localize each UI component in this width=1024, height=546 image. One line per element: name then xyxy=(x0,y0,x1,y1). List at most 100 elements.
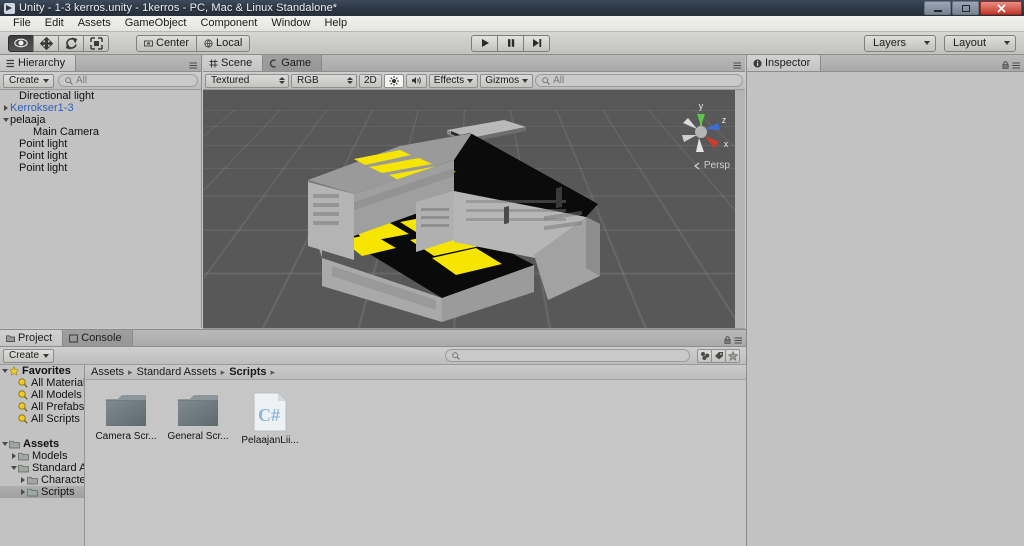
search-icon xyxy=(18,378,28,388)
expand-arrow[interactable] xyxy=(0,369,9,373)
hierarchy-item-pelaaja[interactable]: pelaaja xyxy=(0,114,201,126)
color-mode-dropdown[interactable]: RGB xyxy=(291,73,357,88)
tab-scene[interactable]: Scene xyxy=(203,55,264,71)
asset-item-camera-scripts[interactable]: Camera Scr... xyxy=(95,392,157,446)
folder-icon xyxy=(27,476,38,484)
layout-dropdown[interactable]: Layout xyxy=(944,34,1016,52)
project-tree-item-all-scripts[interactable]: All Scripts xyxy=(0,413,84,425)
breadcrumb-item-scripts[interactable]: Scripts xyxy=(229,366,266,378)
inspector-panel-menu[interactable] xyxy=(1002,61,1021,69)
project-tree-item-models[interactable]: Models xyxy=(0,450,84,462)
project-create-button[interactable]: Create xyxy=(3,348,55,363)
rotate-tool-button[interactable] xyxy=(58,34,84,52)
breadcrumb-item-assets[interactable]: Assets xyxy=(91,366,124,378)
step-button[interactable] xyxy=(523,34,550,52)
expand-arrow[interactable] xyxy=(1,118,10,122)
effects-dropdown[interactable]: Effects xyxy=(428,73,479,88)
effects-label: Effects xyxy=(433,75,465,86)
project-tree-item-all-prefabs[interactable]: All Prefabs xyxy=(0,401,84,413)
hierarchy-create-button[interactable]: Create xyxy=(3,73,55,88)
project-content[interactable]: Assets ▸ Standard Assets ▸ Scripts ▸ Cam… xyxy=(85,365,746,546)
project-tree-item-characters[interactable]: Character xyxy=(0,474,84,486)
pause-button[interactable] xyxy=(497,34,524,52)
tab-console-label: Console xyxy=(81,332,122,344)
folder-icon xyxy=(178,395,218,426)
chevron-down-icon xyxy=(924,41,930,45)
breadcrumb-item-standard-assets[interactable]: Standard Assets xyxy=(137,366,217,378)
expand-arrow[interactable] xyxy=(18,489,27,495)
project-tree-item-all-models[interactable]: All Models xyxy=(0,389,84,401)
play-button[interactable] xyxy=(471,34,498,52)
hierarchy-list[interactable]: Directional light Kerrokser1-3 pelaaja M… xyxy=(0,90,201,328)
sun-icon xyxy=(388,75,399,86)
maximize-button[interactable] xyxy=(952,1,979,15)
project-panel-menu[interactable] xyxy=(724,336,743,344)
minimize-button[interactable] xyxy=(924,1,951,15)
hierarchy-search-input[interactable]: All xyxy=(58,74,198,87)
hierarchy-panel-menu[interactable] xyxy=(189,62,198,69)
hierarchy-item-point-light-3[interactable]: Point light xyxy=(0,162,201,174)
layers-dropdown[interactable]: Layers xyxy=(864,34,936,52)
draw-mode-dropdown[interactable]: Textured xyxy=(205,73,289,88)
menu-item-edit[interactable]: Edit xyxy=(38,16,71,31)
close-button[interactable] xyxy=(980,1,1022,15)
project-search-input[interactable] xyxy=(445,349,690,362)
scene-orientation-gizmo[interactable]: y z x xyxy=(668,96,734,166)
asset-label: PelaajanLii... xyxy=(241,435,299,446)
lock-icon[interactable] xyxy=(724,336,731,344)
tab-hierarchy[interactable]: Hierarchy xyxy=(0,55,77,71)
asset-item-general-scripts[interactable]: General Scr... xyxy=(167,392,229,446)
scene-projection-indicator[interactable]: Persp xyxy=(693,160,730,171)
project-tree-item-favorites[interactable]: Favorites xyxy=(0,365,84,377)
toggle-lighting-button[interactable] xyxy=(383,73,404,88)
menu-item-file[interactable]: File xyxy=(6,16,38,31)
pivot-mode-button[interactable]: Center xyxy=(136,34,198,52)
hierarchy-item-directional-light[interactable]: Directional light xyxy=(0,90,201,102)
building-model[interactable] xyxy=(204,90,744,328)
menu-item-component[interactable]: Component xyxy=(193,16,264,31)
expand-arrow[interactable] xyxy=(18,477,27,483)
gizmos-dropdown[interactable]: Gizmos xyxy=(480,73,534,88)
tab-inspector[interactable]: Inspector xyxy=(747,55,822,71)
pivot-rotation-button[interactable]: Local xyxy=(196,34,251,52)
project-tree-item-assets[interactable]: Assets xyxy=(0,438,84,450)
project-tree[interactable]: Favorites All Materials All Models All P… xyxy=(0,365,85,546)
menu-item-help[interactable]: Help xyxy=(317,16,354,31)
asset-grid[interactable]: Camera Scr... General Scr... C# Pelaajan… xyxy=(85,380,746,446)
scene-3d-canvas[interactable]: y z x Persp xyxy=(204,90,744,328)
tab-project[interactable]: Project xyxy=(0,330,64,346)
lock-icon[interactable] xyxy=(1002,61,1009,69)
favorite-star-icon[interactable] xyxy=(725,348,740,363)
project-tree-item-scripts[interactable]: Scripts xyxy=(0,486,84,498)
tab-console[interactable]: Console xyxy=(63,330,133,346)
toolbar-right-group: Layers Layout xyxy=(864,34,1016,52)
toggle-2d-button[interactable]: 2D xyxy=(359,73,382,88)
expand-arrow[interactable] xyxy=(9,466,18,470)
hierarchy-item-point-light-2[interactable]: Point light xyxy=(0,150,201,162)
menu-item-window[interactable]: Window xyxy=(264,16,317,31)
hamburger-icon[interactable] xyxy=(734,337,743,344)
project-tree-item-all-materials[interactable]: All Materials xyxy=(0,377,84,389)
scene-search-input[interactable]: All xyxy=(535,74,743,87)
hierarchy-item-point-light-1[interactable]: Point light xyxy=(0,138,201,150)
search-by-type-icon[interactable] xyxy=(697,348,712,363)
expand-arrow[interactable] xyxy=(0,442,9,446)
search-by-label-icon[interactable] xyxy=(711,348,726,363)
hierarchy-item-main-camera[interactable]: Main Camera xyxy=(0,126,201,138)
expand-arrow[interactable] xyxy=(9,453,18,459)
move-tool-button[interactable] xyxy=(33,34,59,52)
scene-vertical-scrollbar[interactable] xyxy=(735,90,745,328)
scale-tool-button[interactable] xyxy=(83,34,109,52)
menu-item-assets[interactable]: Assets xyxy=(71,16,118,31)
scene-panel-menu[interactable] xyxy=(733,62,742,69)
asset-item-pelaajanliikkuminen[interactable]: C# PelaajanLii... xyxy=(241,392,299,446)
scene-viewport[interactable]: y z x Persp xyxy=(203,90,745,328)
hand-tool-button[interactable] xyxy=(8,34,34,52)
expand-arrow[interactable] xyxy=(1,105,10,111)
toggle-audio-button[interactable] xyxy=(405,73,427,88)
tab-game[interactable]: Game xyxy=(263,55,323,71)
menu-item-gameobject[interactable]: GameObject xyxy=(118,16,194,31)
hamburger-icon[interactable] xyxy=(1012,62,1021,69)
hierarchy-item-kerrokser1-3[interactable]: Kerrokser1-3 xyxy=(0,102,201,114)
project-tree-item-standard-assets[interactable]: Standard As xyxy=(0,462,84,474)
